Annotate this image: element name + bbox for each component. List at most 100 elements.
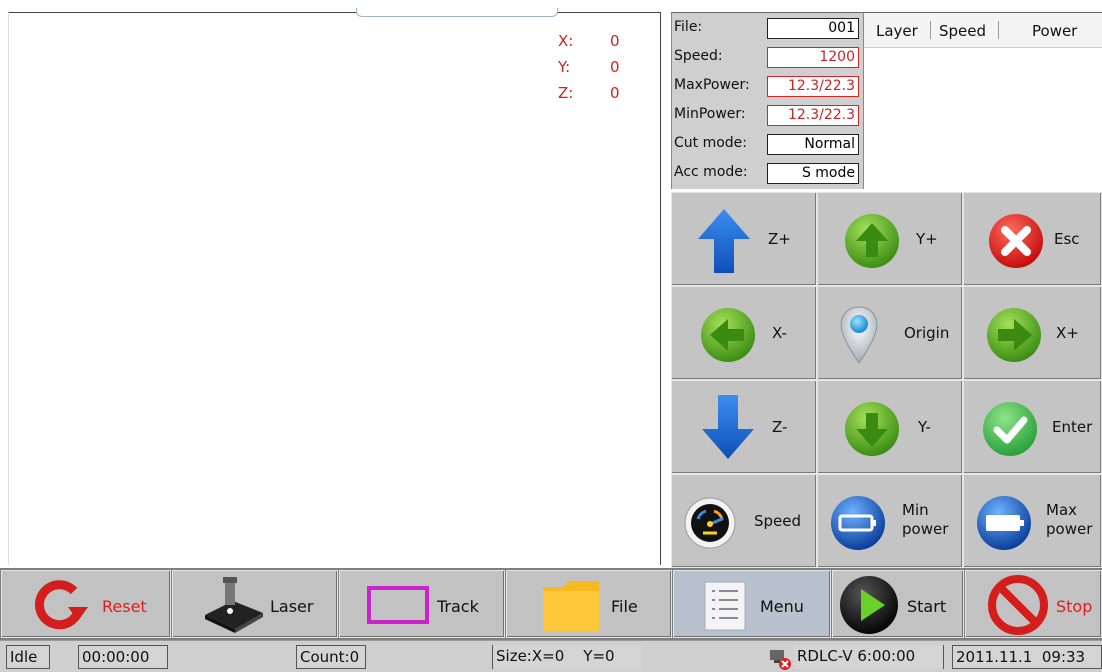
file-label: File	[611, 597, 638, 616]
track-frame-icon	[367, 586, 429, 624]
max-power-button[interactable]: Max power	[963, 474, 1102, 568]
minpower-label: MinPower:	[674, 106, 746, 122]
x-coordinate-value: 0	[610, 32, 620, 50]
green-up-arrow-icon	[845, 214, 899, 268]
x-plus-label: X+	[1056, 324, 1079, 342]
enter-label: Enter	[1052, 418, 1093, 436]
stop-label: Stop	[1056, 597, 1093, 616]
enter-button[interactable]: Enter	[963, 380, 1102, 474]
stop-button[interactable]: Stop	[965, 570, 1102, 638]
checkmark-icon	[983, 402, 1037, 456]
start-button[interactable]: Start	[832, 570, 964, 638]
green-left-arrow-icon	[701, 308, 755, 362]
esc-button[interactable]: Esc	[963, 192, 1102, 286]
z-coordinate-value: 0	[610, 84, 620, 102]
elapsed-time: 00:00:00	[78, 645, 168, 669]
menu-button[interactable]: Menu	[673, 570, 831, 638]
z-axis-label: Z:	[558, 84, 574, 102]
count-display: Count:0	[296, 645, 366, 669]
max-power-label-line2: power	[1046, 520, 1093, 538]
battery-full-icon	[977, 496, 1031, 550]
battery-low-icon	[831, 496, 885, 550]
file-label: File:	[674, 19, 703, 35]
column-separator	[998, 21, 999, 39]
min-power-label-line1: Min	[902, 501, 929, 519]
reset-button[interactable]: Reset	[1, 570, 171, 638]
track-label: Track	[437, 597, 479, 616]
acc-mode-label: Acc mode:	[674, 164, 748, 180]
layer-table[interactable]: Layer Speed Power	[863, 12, 1102, 189]
minpower-value[interactable]: 12.3/22.3	[767, 105, 859, 126]
x-minus-label: X-	[772, 324, 787, 342]
speed-column-header: Speed	[939, 22, 987, 40]
speed-row: Speed: 1200	[672, 45, 864, 71]
z-plus-button[interactable]: Z+	[671, 192, 817, 286]
acc-mode-value[interactable]: S mode	[767, 163, 859, 184]
layer-column-header: Layer	[876, 22, 918, 40]
file-info-panel: File: 001 Speed: 1200 MaxPower: 12.3/22.…	[671, 12, 864, 189]
origin-button[interactable]: Origin	[817, 286, 963, 380]
jog-control-pad: Z+ Y+ Esc X- Origin X+ Z- Y- Enter Speed…	[671, 192, 1102, 568]
esc-label: Esc	[1054, 230, 1080, 248]
speed-button-label: Speed	[754, 512, 802, 530]
track-button[interactable]: Track	[339, 570, 505, 638]
close-icon	[989, 214, 1043, 268]
y-minus-label: Y-	[918, 418, 931, 436]
stop-icon	[988, 575, 1048, 635]
origin-label: Origin	[904, 324, 950, 342]
speed-button[interactable]: Speed	[671, 474, 817, 568]
x-axis-label: X:	[558, 32, 574, 50]
y-axis-label: Y:	[558, 58, 571, 76]
speedometer-icon	[684, 497, 736, 549]
y-plus-button[interactable]: Y+	[817, 192, 963, 286]
z-plus-label: Z+	[768, 230, 791, 248]
bottom-toolbar: Reset Laser Track File Menu Start Stop	[0, 568, 1102, 640]
preview-canvas[interactable]: X: 0 Y: 0 Z: 0	[0, 0, 663, 566]
green-right-arrow-icon	[987, 308, 1041, 362]
reset-label: Reset	[102, 597, 147, 616]
cut-mode-label: Cut mode:	[674, 135, 748, 151]
speed-label: Speed:	[674, 48, 723, 64]
acc-mode-row: Acc mode: S mode	[672, 161, 864, 187]
z-minus-button[interactable]: Z-	[671, 380, 817, 474]
menu-label: Menu	[760, 597, 804, 616]
laser-head-icon	[205, 577, 263, 633]
play-icon	[840, 576, 898, 634]
green-down-arrow-icon	[845, 402, 899, 456]
status-bar: Idle 00:00:00 Count:0 Size:X=0 Y=0 RDLC-…	[0, 640, 1102, 672]
y-minus-button[interactable]: Y-	[817, 380, 963, 474]
z-minus-label: Z-	[772, 418, 788, 436]
column-separator	[930, 21, 931, 39]
x-minus-button[interactable]: X-	[671, 286, 817, 380]
folder-icon	[543, 581, 599, 631]
x-plus-button[interactable]: X+	[963, 286, 1102, 380]
speed-value[interactable]: 1200	[767, 47, 859, 68]
network-disconnected-icon	[770, 650, 791, 670]
cut-mode-row: Cut mode: Normal	[672, 132, 864, 158]
arrow-down-icon	[702, 395, 754, 459]
laser-label: Laser	[270, 597, 314, 616]
maxpower-row: MaxPower: 12.3/22.3	[672, 74, 864, 100]
maxpower-value[interactable]: 12.3/22.3	[767, 76, 859, 97]
location-pin-icon	[840, 306, 878, 364]
max-power-label-line1: Max	[1046, 501, 1078, 519]
list-icon	[704, 581, 746, 631]
min-power-button[interactable]: Min power	[817, 474, 963, 568]
firmware-version: RDLC-V 6:00:00	[794, 645, 944, 669]
file-row: File: 001	[672, 16, 864, 42]
layer-table-header: Layer Speed Power	[864, 13, 1102, 48]
min-power-label-line2: power	[902, 520, 949, 538]
laser-button[interactable]: Laser	[172, 570, 338, 638]
cut-mode-value[interactable]: Normal	[767, 134, 859, 155]
maxpower-label: MaxPower:	[674, 77, 750, 93]
y-coordinate-value: 0	[610, 58, 620, 76]
machine-state: Idle	[6, 645, 50, 669]
minpower-row: MinPower: 12.3/22.3	[672, 103, 864, 129]
reset-icon	[34, 580, 88, 630]
canvas-tab	[356, 8, 558, 17]
arrow-up-icon	[698, 209, 750, 273]
file-value[interactable]: 001	[767, 18, 859, 39]
y-plus-label: Y+	[916, 230, 938, 248]
file-button[interactable]: File	[506, 570, 672, 638]
date-time: 2011.11.1 09:33	[952, 645, 1102, 669]
